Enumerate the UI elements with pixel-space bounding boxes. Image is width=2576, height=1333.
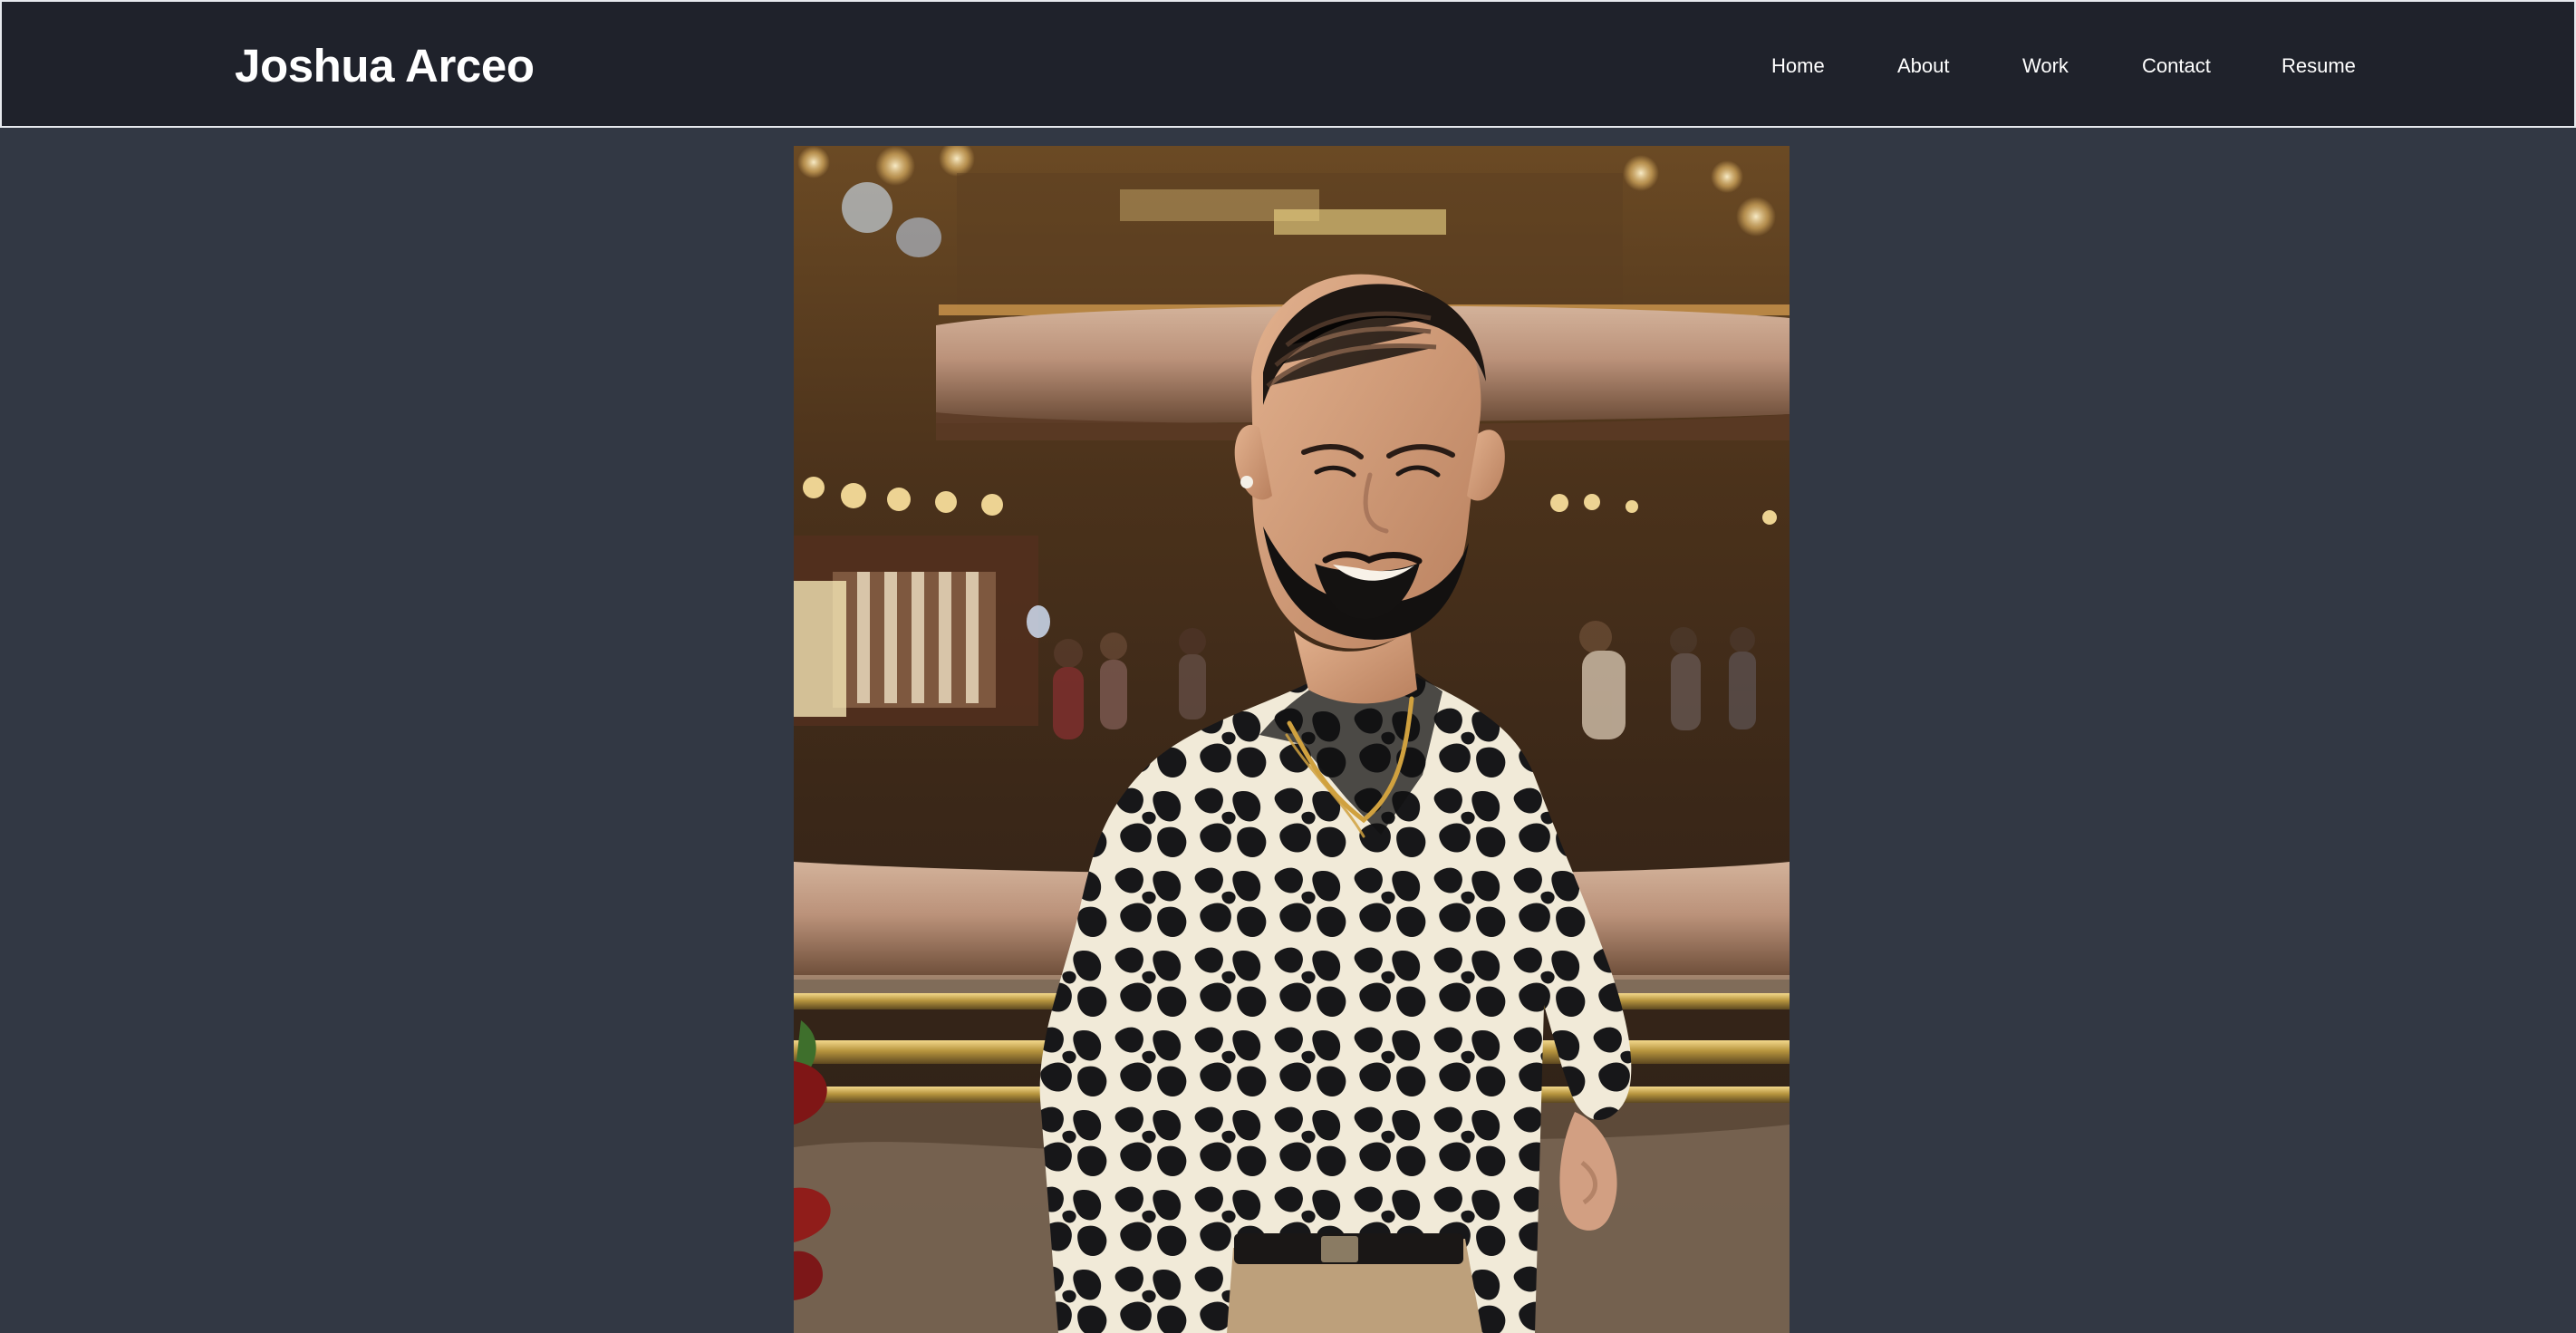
profile-photo bbox=[794, 146, 1790, 1333]
nav-work-link[interactable]: Work bbox=[2022, 53, 2069, 80]
nav-about-link[interactable]: About bbox=[1897, 53, 1950, 80]
portfolio-page: Joshua Arceo Home About Work Contact Res… bbox=[0, 0, 2576, 1333]
nav-contact-link[interactable]: Contact bbox=[2142, 53, 2211, 80]
top-navigation-bar: Joshua Arceo Home About Work Contact Res… bbox=[0, 0, 2576, 128]
nav-home-link[interactable]: Home bbox=[1771, 53, 1825, 80]
brand-name: Joshua Arceo bbox=[235, 40, 535, 92]
nav-resume-link[interactable]: Resume bbox=[2282, 53, 2356, 80]
